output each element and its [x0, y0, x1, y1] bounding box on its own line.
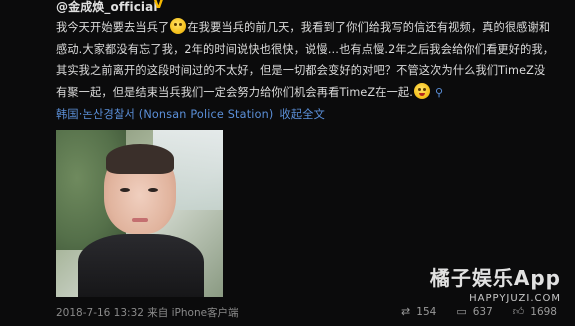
post-photo[interactable] [56, 130, 223, 297]
username-link[interactable]: @金成焕_official [56, 0, 158, 15]
photo-eye-right [148, 188, 158, 192]
location-link[interactable]: 韩国·논산경찰서 (Nonsan Police Station) [56, 108, 274, 121]
post-meta: 2018-7-16 13:32 来自 iPhone客户端 [56, 305, 239, 320]
like-button[interactable]: 👍︎ 1698 [513, 305, 557, 318]
comment-button[interactable]: ▭ 637 [456, 305, 492, 318]
repost-count: 154 [416, 305, 437, 318]
like-count: 1698 [530, 305, 557, 318]
repost-icon: ⇄ [401, 305, 411, 318]
repost-button[interactable]: ⇄ 154 [401, 305, 436, 318]
watermark-title: 橘子娱乐App [429, 266, 561, 290]
thumbs-up-icon: 👍︎ [512, 305, 525, 318]
weibo-post: @金成焕_official V 我今天开始要去当兵了 在我要当兵的前几天，我看到了… [0, 0, 575, 326]
comment-count: 637 [472, 305, 493, 318]
comment-icon: ▭ [456, 305, 467, 318]
photo-shirt [78, 234, 204, 297]
photo-hair [106, 144, 174, 174]
content-text-part1: 我今天开始要去当兵了 [56, 21, 170, 34]
watermark: 橘子娱乐App HAPPYJUZI.COM [430, 262, 561, 304]
post-date[interactable]: 2018-7-16 13:32 [56, 307, 144, 319]
photo-eye-left [120, 188, 130, 192]
collapse-text-link[interactable]: 收起全文 [280, 108, 326, 121]
photo-mouth [132, 218, 148, 222]
verified-badge-icon: V [153, 0, 164, 12]
tongue-face-emoji [413, 82, 430, 99]
post-stats: ⇄ 154 ▭ 637 👍︎ 1698 [401, 305, 557, 318]
post-content: 我今天开始要去当兵了 在我要当兵的前几天，我看到了你们给我写的信还有视频，真的很感… [56, 17, 556, 103]
sad-face-emoji [170, 18, 187, 34]
location-row: 韩国·논산경찰서 (Nonsan Police Station) 收起全文 [56, 106, 325, 122]
post-source: 来自 iPhone客户端 [147, 307, 239, 319]
watermark-url: HAPPYJUZI.COM [469, 293, 561, 304]
location-pin-icon[interactable]: ⚲ [435, 82, 443, 104]
